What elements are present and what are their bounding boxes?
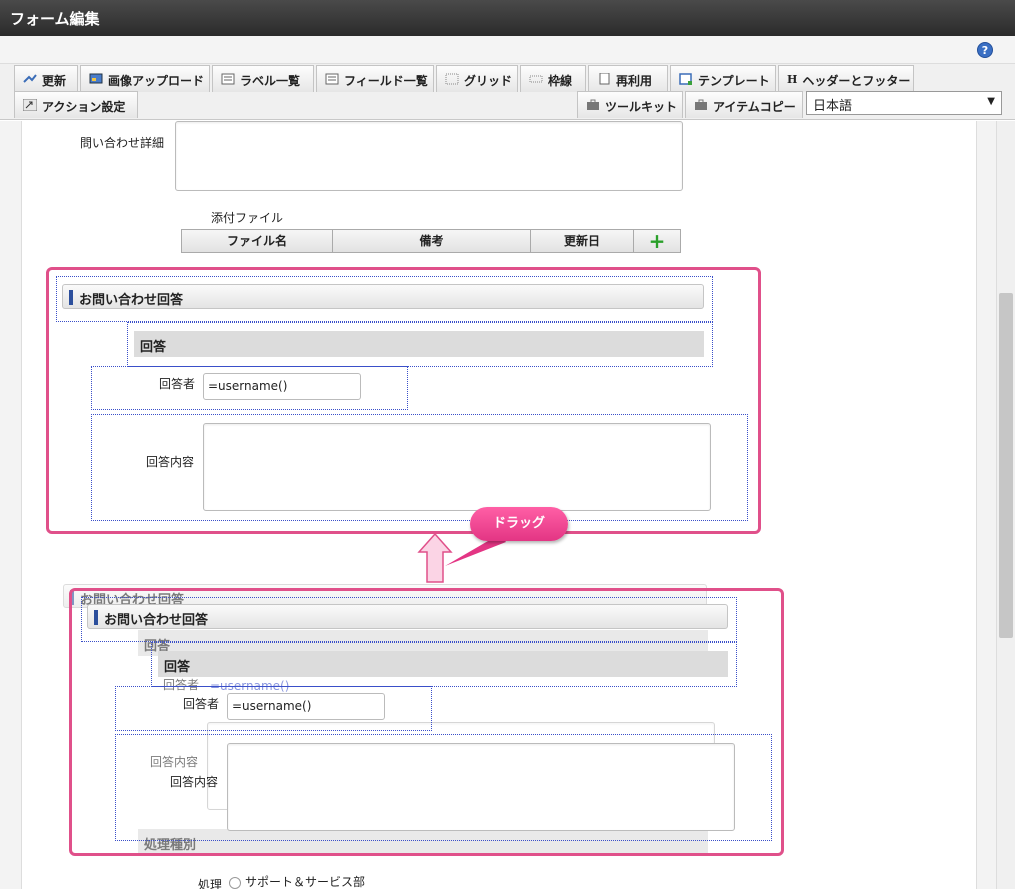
canvas-margin-right [976, 121, 996, 889]
item-copy-icon [694, 99, 708, 111]
image-upload-icon [89, 73, 103, 85]
language-select[interactable]: 日本語 ▼ [806, 91, 1002, 115]
tab-grid[interactable]: グリッド [436, 65, 518, 92]
tab-item-copy[interactable]: アイテムコピー [685, 91, 803, 118]
field-list-icon [325, 73, 339, 85]
tab-label: テンプレート [698, 74, 770, 88]
chevron-down-icon: ▼ [987, 96, 995, 107]
column-filename: ファイル名 [182, 230, 333, 252]
tab-label: アクション設定 [42, 100, 126, 114]
tab-label: 枠線 [548, 74, 573, 88]
tab-header-footer[interactable]: H ヘッダーとフッター [778, 65, 914, 92]
tab-action-settings[interactable]: アクション設定 [14, 91, 138, 118]
radio-button[interactable] [229, 876, 241, 889]
tab-image-upload[interactable]: 画像アップロード [80, 65, 210, 92]
canvas-margin-left [0, 121, 22, 889]
column-updated: 更新日 [531, 230, 634, 252]
add-attachment-button[interactable]: + [634, 230, 680, 252]
drag-annotation-bubble: ドラッグ [470, 507, 568, 541]
tab-refresh[interactable]: 更新 [14, 65, 78, 92]
highlight-frame-top [46, 267, 761, 534]
help-bar: ? [0, 36, 1015, 64]
tab-label: 更新 [42, 74, 67, 88]
tab-border[interactable]: 枠線 [520, 65, 586, 92]
label-list-icon [221, 73, 235, 85]
process-option-label: サポート＆サービス部 [245, 875, 366, 889]
tab-label: 再利用 [616, 74, 653, 88]
attachment-label: 添付ファイル [211, 211, 284, 225]
reuse-icon [597, 72, 611, 85]
tab-label-list[interactable]: ラベル一覧 [212, 65, 314, 92]
vertical-scrollbar[interactable] [996, 121, 1015, 889]
header-footer-icon: H [787, 73, 798, 86]
tab-label: ラベル一覧 [240, 74, 301, 88]
tab-label: 画像アップロード [108, 74, 205, 88]
tab-label: アイテムコピー [713, 100, 796, 114]
tab-toolkit[interactable]: ツールキット [577, 91, 683, 118]
help-icon[interactable]: ? [977, 42, 993, 58]
tab-label: グリッド [464, 74, 513, 88]
tab-label: フィールド一覧 [344, 74, 428, 88]
grid-icon [445, 73, 459, 85]
tab-reuse[interactable]: 再利用 [588, 65, 668, 92]
action-settings-icon [22, 98, 38, 112]
inquiry-detail-textarea[interactable] [175, 121, 683, 191]
tab-label: ツールキット [605, 100, 678, 114]
tab-label: ヘッダーとフッター [802, 74, 911, 88]
tab-template[interactable]: テンプレート [670, 65, 776, 92]
template-icon [679, 73, 693, 85]
toolkit-icon [586, 99, 600, 111]
highlight-frame-bottom [69, 588, 784, 856]
border-icon [529, 73, 543, 85]
language-value: 日本語 [813, 99, 853, 114]
tab-field-list[interactable]: フィールド一覧 [316, 65, 434, 92]
scrollbar-thumb[interactable] [999, 293, 1013, 638]
refresh-icon [23, 73, 37, 85]
window-title: フォーム編集 [0, 0, 1015, 36]
column-remarks: 備考 [333, 230, 531, 252]
process-label: 処理 [198, 878, 223, 889]
inquiry-detail-label: 問い合わせ詳細 [80, 136, 165, 150]
attachment-table-header: ファイル名 備考 更新日 + [181, 229, 681, 253]
process-option[interactable]: サポート＆サービス部 [229, 873, 365, 889]
